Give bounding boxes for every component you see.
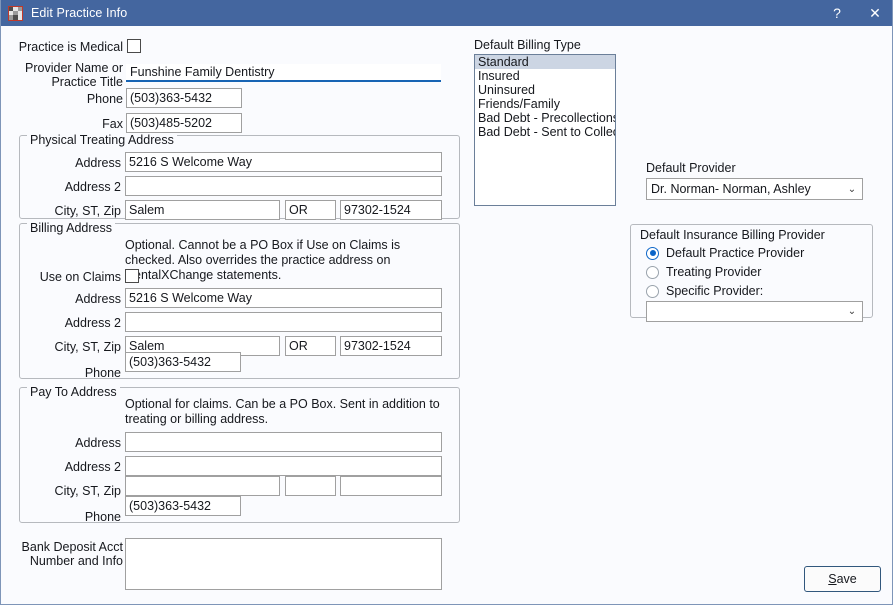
default-provider-combobox[interactable]: Dr. Norman- Norman, Ashley ⌄ (646, 178, 863, 200)
listbox-item[interactable]: Bad Debt - Precollections (475, 111, 615, 125)
ba-state-input[interactable] (285, 336, 336, 356)
listbox-item[interactable]: Standard (475, 55, 615, 69)
practice-phone-input[interactable] (126, 88, 242, 108)
pay-to-address-title: Pay To Address (27, 385, 120, 399)
radio-selected-icon (646, 247, 659, 260)
listbox-item[interactable]: Friends/Family (475, 97, 615, 111)
physical-treating-address-title: Physical Treating Address (27, 133, 177, 147)
radio-unselected-icon (646, 285, 659, 298)
specific-provider-combobox[interactable]: ⌄ (646, 301, 863, 322)
pta-zip-input[interactable] (340, 200, 442, 220)
ba-address-label: Address (21, 292, 121, 306)
pta-address2-label: Address 2 (21, 180, 121, 194)
pay-citystzip-label: City, ST, Zip (21, 484, 121, 498)
pta-address-input[interactable] (125, 152, 442, 172)
billing-address-title: Billing Address (27, 221, 115, 235)
default-billing-type-label: Default Billing Type (474, 38, 581, 52)
default-provider-label: Default Provider (646, 161, 736, 175)
radio-unselected-icon (646, 266, 659, 279)
listbox-item[interactable]: Uninsured (475, 83, 615, 97)
default-insurance-billing-provider-title: Default Insurance Billing Provider (637, 228, 828, 242)
pay-address2-input[interactable] (125, 456, 442, 476)
save-button[interactable]: Save (804, 566, 881, 592)
pay-address2-label: Address 2 (21, 460, 121, 474)
use-on-claims-label: Use on Claims (21, 270, 121, 284)
pay-to-address-note: Optional for claims. Can be a PO Box. Se… (125, 397, 443, 427)
bank-deposit-label: Bank Deposit Acct Number and Info (11, 540, 123, 568)
pay-address-input[interactable] (125, 432, 442, 452)
radio-treating-provider[interactable]: Treating Provider (646, 265, 761, 279)
pta-citystzip-label: City, ST, Zip (21, 204, 121, 218)
title-bar: Edit Practice Info ? ✕ (1, 0, 893, 26)
radio-label: Specific Provider: (666, 284, 763, 298)
window-title: Edit Practice Info (31, 6, 127, 20)
ba-phone-label: Phone (21, 366, 121, 380)
practice-phone-label: Phone (11, 92, 123, 106)
ba-zip-input[interactable] (340, 336, 442, 356)
help-button[interactable]: ? (818, 0, 856, 26)
pay-phone-label: Phone (21, 510, 121, 524)
pta-city-input[interactable] (125, 200, 280, 220)
radio-default-practice-provider[interactable]: Default Practice Provider (646, 246, 804, 260)
listbox-item[interactable]: Bad Debt - Sent to Collecti (475, 125, 615, 139)
pay-city-input[interactable] (125, 476, 280, 496)
grid-icon (8, 6, 23, 21)
pay-state-input[interactable] (285, 476, 336, 496)
chevron-down-icon: ⌄ (842, 184, 862, 195)
provider-name-label: Provider Name or Practice Title (11, 61, 123, 89)
ba-phone-input[interactable] (125, 352, 241, 372)
ba-address2-label: Address 2 (21, 316, 121, 330)
practice-fax-input[interactable] (126, 113, 242, 133)
default-billing-type-listbox[interactable]: Standard Insured Uninsured Friends/Famil… (474, 54, 616, 206)
practice-is-medical-checkbox[interactable] (127, 39, 141, 53)
practice-fax-label: Fax (11, 117, 123, 131)
save-button-accelerator: S (828, 572, 836, 586)
provider-name-input[interactable] (126, 64, 441, 82)
use-on-claims-checkbox[interactable] (125, 269, 139, 283)
radio-specific-provider[interactable]: Specific Provider: (646, 284, 763, 298)
title-bar-buttons: ? ✕ (818, 0, 893, 26)
pay-phone-input[interactable] (125, 496, 241, 516)
pta-address-label: Address (21, 156, 121, 170)
default-provider-value: Dr. Norman- Norman, Ashley (647, 182, 842, 196)
ba-address-input[interactable] (125, 288, 442, 308)
pta-state-input[interactable] (285, 200, 336, 220)
ba-address2-input[interactable] (125, 312, 442, 332)
edit-practice-info-window: Edit Practice Info ? ✕ Practice is Medic… (0, 0, 893, 605)
radio-label: Default Practice Provider (666, 246, 804, 260)
radio-label: Treating Provider (666, 265, 761, 279)
pta-address2-input[interactable] (125, 176, 442, 196)
bank-deposit-input[interactable] (125, 538, 442, 590)
practice-is-medical-label: Practice is Medical (11, 40, 123, 54)
close-icon[interactable]: ✕ (856, 0, 893, 26)
listbox-item[interactable]: Insured (475, 69, 615, 83)
chevron-down-icon: ⌄ (842, 306, 862, 317)
ba-citystzip-label: City, ST, Zip (21, 340, 121, 354)
pay-zip-input[interactable] (340, 476, 442, 496)
pay-address-label: Address (21, 436, 121, 450)
save-button-label: ave (837, 572, 857, 586)
billing-address-note: Optional. Cannot be a PO Box if Use on C… (125, 238, 443, 283)
